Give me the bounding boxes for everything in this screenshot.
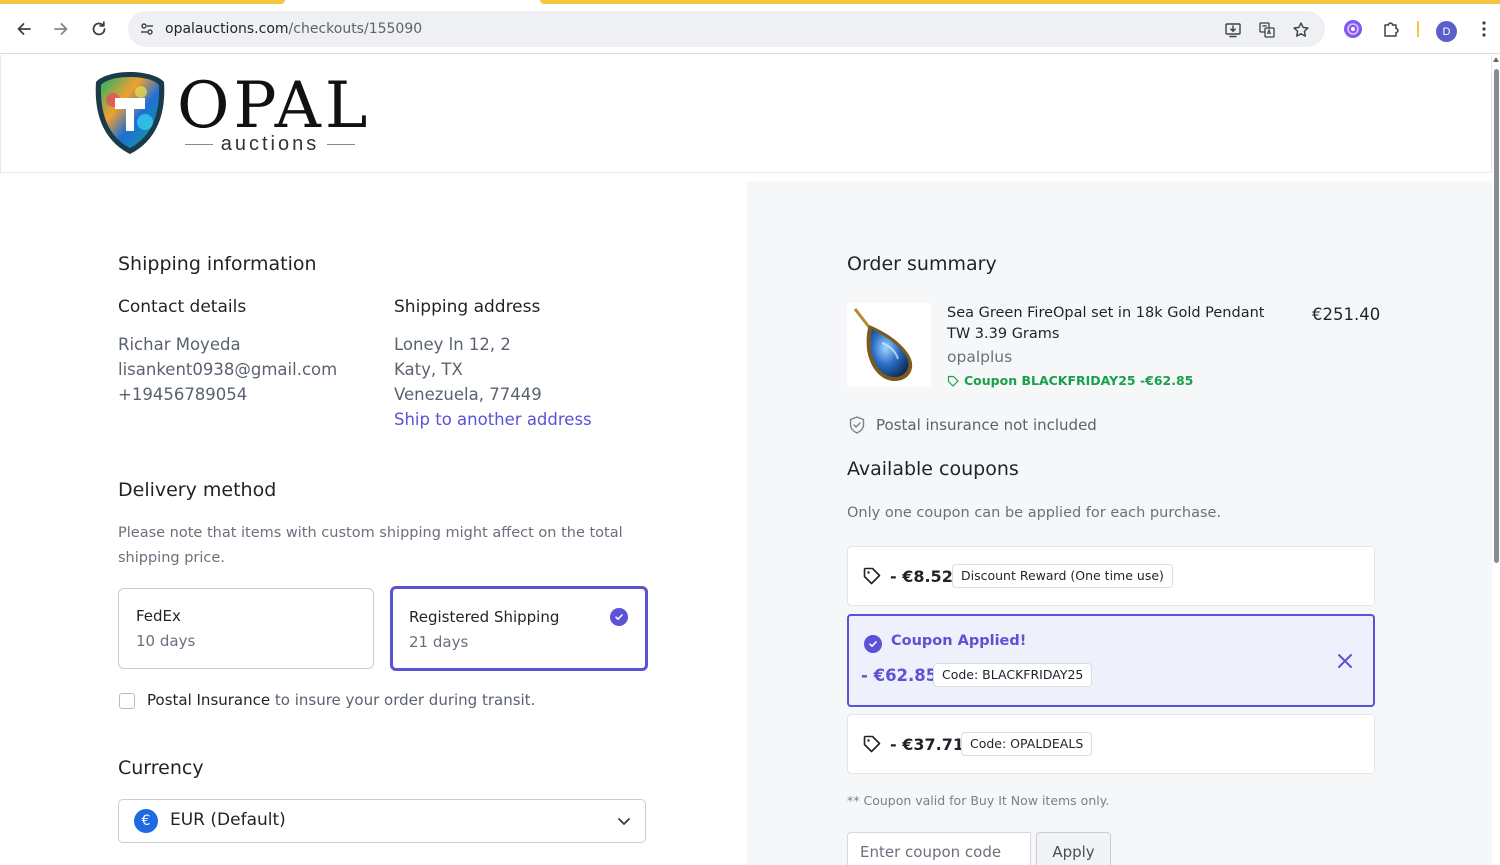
postal-insurance-label[interactable]: Postal Insurance to insure your order du… bbox=[147, 688, 535, 713]
coupon-amount: - €8.52 bbox=[890, 567, 953, 586]
logo-subtitle-text: auctions bbox=[220, 133, 320, 155]
delivery-option-days: 10 days bbox=[136, 632, 196, 650]
postal-insurance-note-text: Postal insurance not included bbox=[876, 416, 1097, 434]
delivery-option-name: Registered Shipping bbox=[409, 608, 560, 626]
shipping-address-heading: Shipping address bbox=[394, 297, 541, 317]
coupon-label: Code: OPALDEALS bbox=[961, 732, 1093, 756]
currency-selected-value: EUR (Default) bbox=[170, 810, 286, 830]
product-coupon-text: Coupon BLACKFRIDAY25 -€62.85 bbox=[964, 373, 1194, 388]
tune-icon bbox=[141, 23, 153, 35]
address-line-2: Katy, TX bbox=[394, 360, 463, 379]
reload-button[interactable] bbox=[86, 16, 112, 42]
contact-phone: +19456789054 bbox=[118, 385, 248, 404]
translate-icon bbox=[1259, 22, 1275, 38]
remove-coupon-close-icon[interactable] bbox=[1335, 651, 1355, 671]
product-price: €251.40 bbox=[1312, 305, 1381, 324]
browser-toolbar: opalauctions.com/checkouts/155090 D bbox=[0, 4, 1500, 54]
logo-subtitle-rule bbox=[327, 144, 356, 145]
reload-icon bbox=[92, 21, 106, 36]
coupon-option-discount-reward[interactable]: - €8.52 Discount Reward (One time use) bbox=[847, 546, 1375, 606]
shield-check-icon bbox=[849, 416, 865, 434]
more-vertical-icon bbox=[1482, 21, 1486, 37]
extensions-menu-button[interactable] bbox=[1379, 17, 1403, 41]
currency-heading: Currency bbox=[118, 757, 204, 779]
order-summary-heading: Order summary bbox=[847, 253, 997, 275]
browser-menu-button[interactable] bbox=[1472, 17, 1496, 41]
ship-to-another-address-link[interactable]: Ship to another address bbox=[394, 407, 592, 432]
back-button[interactable] bbox=[11, 16, 37, 42]
logo-subtitle: auctions bbox=[177, 133, 363, 156]
apply-coupon-button[interactable]: Apply bbox=[1036, 832, 1111, 865]
delivery-option-registered-shipping[interactable]: Registered Shipping 21 days bbox=[390, 586, 648, 671]
logo-wordmark: OPAL bbox=[177, 69, 372, 143]
address-line-1: Loney ln 12, 2 bbox=[394, 335, 511, 354]
postal-insurance-label-bold: Postal Insurance bbox=[147, 691, 271, 709]
product-title[interactable]: Sea Green FireOpal set in 18k Gold Penda… bbox=[947, 303, 1292, 345]
scrollbar-thumb[interactable] bbox=[1494, 69, 1499, 563]
opal-shield-logo-icon bbox=[95, 72, 165, 154]
logo-subtitle-rule bbox=[184, 144, 213, 145]
extension-button[interactable] bbox=[1341, 17, 1365, 41]
delivery-option-fedex[interactable]: FedEx 10 days bbox=[118, 588, 374, 669]
coupon-footnote: ** Coupon valid for Buy It Now items onl… bbox=[847, 793, 1110, 808]
profile-avatar[interactable]: D bbox=[1436, 21, 1457, 42]
currency-select[interactable]: € EUR (Default) bbox=[118, 799, 646, 843]
url-host: opalauctions.com bbox=[165, 21, 289, 37]
install-app-button[interactable] bbox=[1222, 19, 1244, 41]
coupon-amount: - €37.71 bbox=[890, 735, 964, 754]
site-logo[interactable]: OPAL auctions bbox=[93, 70, 373, 160]
install-icon bbox=[1225, 23, 1241, 38]
contact-name: Richar Moyeda bbox=[118, 335, 241, 354]
coupon-amount: - €62.85 bbox=[861, 666, 938, 685]
coupon-label: Code: BLACKFRIDAY25 bbox=[933, 663, 1093, 687]
contact-details-heading: Contact details bbox=[118, 297, 247, 317]
arrow-left-icon bbox=[17, 23, 31, 35]
delivery-option-name: FedEx bbox=[136, 607, 181, 625]
tag-icon bbox=[863, 567, 881, 585]
available-coupons-heading: Available coupons bbox=[847, 458, 1019, 480]
postal-insurance-checkbox[interactable] bbox=[119, 693, 135, 709]
address-bar[interactable]: opalauctions.com/checkouts/155090 bbox=[128, 11, 1325, 47]
delivery-note-line-1: Please note that items with custom shipp… bbox=[118, 525, 623, 541]
selected-check-icon bbox=[610, 608, 628, 626]
bookmark-button[interactable] bbox=[1290, 19, 1312, 41]
postal-insurance-label-rest: to insure your order during transit. bbox=[270, 691, 536, 709]
arrow-right-icon bbox=[54, 23, 68, 35]
postal-insurance-note: Postal insurance not included bbox=[847, 415, 1097, 435]
coupon-code-input[interactable] bbox=[847, 832, 1031, 865]
site-header: OPAL auctions bbox=[0, 55, 1492, 173]
coupon-option-opaldeals[interactable]: - €37.71 Code: OPALDEALS bbox=[847, 714, 1375, 774]
product-image[interactable] bbox=[847, 303, 931, 387]
chevron-down-icon bbox=[618, 818, 630, 825]
forward-button[interactable] bbox=[48, 16, 74, 42]
contact-email: lisankent0938@gmail.com bbox=[118, 360, 338, 379]
delivery-method-heading: Delivery method bbox=[118, 479, 277, 501]
puzzle-icon bbox=[1384, 22, 1399, 37]
coupon-applied-title: Coupon Applied! bbox=[891, 633, 1027, 649]
translate-button[interactable] bbox=[1256, 19, 1278, 41]
page-scrollbar[interactable] bbox=[1492, 55, 1500, 865]
coupon-applied-check-icon bbox=[864, 635, 882, 653]
pendant-image-icon bbox=[853, 308, 913, 381]
tag-icon bbox=[947, 375, 959, 387]
coupon-option-blackfriday25[interactable]: Coupon Applied! - €62.85 Code: BLACKFRID… bbox=[847, 614, 1375, 707]
scroll-up-arrow-icon[interactable] bbox=[1493, 57, 1499, 62]
seller-name[interactable]: opalplus bbox=[947, 348, 1012, 366]
euro-icon: € bbox=[134, 809, 158, 833]
extension-swirl-icon bbox=[1344, 20, 1362, 38]
product-coupon-applied: Coupon BLACKFRIDAY25 -€62.85 bbox=[947, 373, 1193, 388]
address-line-3: Venezuela, 77449 bbox=[394, 385, 542, 404]
url-text[interactable]: opalauctions.com/checkouts/155090 bbox=[165, 20, 422, 38]
delivery-note-line-2: shipping price. bbox=[118, 550, 225, 566]
star-icon bbox=[1293, 22, 1309, 37]
checkout-page: OPAL auctions Shipping information Conta… bbox=[0, 55, 1492, 865]
coupons-subtitle: Only one coupon can be applied for each … bbox=[847, 505, 1222, 521]
toolbar-divider bbox=[1417, 21, 1419, 37]
delivery-option-days: 21 days bbox=[409, 633, 469, 651]
coupon-label: Discount Reward (One time use) bbox=[952, 564, 1173, 588]
site-info-button[interactable] bbox=[136, 18, 158, 40]
shipping-info-heading: Shipping information bbox=[118, 253, 317, 275]
tag-icon bbox=[863, 735, 881, 753]
url-path: /checkouts/155090 bbox=[288, 21, 423, 37]
